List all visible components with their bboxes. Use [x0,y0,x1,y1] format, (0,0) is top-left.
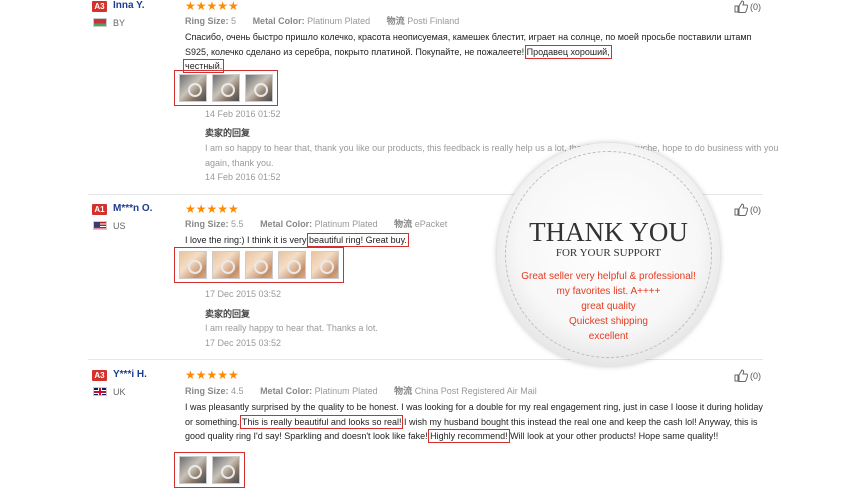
stamp-title: THANK YOU [529,217,688,247]
review-meta: Ring Size: 4.5 Metal Color: Platinum Pla… [185,384,537,397]
review-photo[interactable] [212,456,240,484]
reply-date: 14 Feb 2016 01:52 [205,172,281,182]
review-date: 14 Feb 2016 01:52 [205,109,281,119]
highlighted-phrase: beautiful ring! Great buy. [307,233,409,247]
flag-by-icon [93,18,107,27]
shipping-label: 物流 [394,386,413,396]
highlighted-phrase: Продавец хороший, [524,44,612,59]
reply-date: 17 Dec 2015 03:52 [205,338,282,348]
color-value: Platinum Plated [314,219,378,229]
thumbs-up-icon [734,203,748,216]
seller-reply-label: 卖家的回复 [205,309,251,319]
stamp-line: my favorites list. A++++ [556,286,661,297]
size-label: Ring Size: [185,386,229,396]
review-photo[interactable] [179,74,207,102]
color-label: Metal Color: [260,219,313,229]
review-photos [174,452,245,488]
color-label: Metal Color: [252,16,305,26]
size-label: Ring Size: [185,219,229,229]
highlighted-phrase: This is really beautiful and looks so re… [239,414,404,429]
review-photos [174,70,278,106]
rating-stars: ★★★★★ [185,202,239,216]
review-divider [88,359,763,360]
reviewer-name[interactable]: Y***i H. [113,369,147,380]
seller-reply-text: I am so happy to hear that, thank you li… [205,143,779,168]
review-text-part: I love the ring:) I think it is very [185,235,310,245]
helpful-count: (0) [750,1,761,12]
review-meta: Ring Size: 5 Metal Color: Platinum Plate… [185,14,459,27]
flag-us-icon [93,221,107,230]
review-photo[interactable] [278,251,306,279]
highlighted-phrase: Highly recommend! [428,429,510,443]
review-photo[interactable] [212,74,240,102]
buyer-level-badge: A1 [92,204,107,215]
review-meta: Ring Size: 5.5 Metal Color: Platinum Pla… [185,217,447,230]
review-photos [174,247,344,283]
color-value: Platinum Plated [307,16,371,26]
helpful-count: (0) [750,370,761,381]
helpful-count: (0) [750,204,761,215]
review-photo[interactable] [245,74,273,102]
helpful-button[interactable]: (0) [734,0,761,13]
review-photo[interactable] [212,251,240,279]
size-value: 4.5 [231,386,244,396]
helpful-button[interactable]: (0) [734,203,761,216]
review-date: 17 Dec 2015 03:52 [205,289,282,299]
reviewer-name[interactable]: Inna Y. [113,0,145,11]
size-value: 5.5 [231,219,244,229]
stamp-line: great quality [581,301,636,312]
reviewer-country: BY [113,18,126,28]
shipping-value: Posti Finland [407,16,460,26]
rating-stars: ★★★★★ [185,368,239,382]
size-label: Ring Size: [185,16,229,26]
thank-you-stamp: THANK YOU FOR YOUR SUPPORT Great seller … [497,143,720,366]
flag-uk-icon [93,387,107,396]
thumbs-up-icon [734,369,748,382]
color-value: Platinum Plated [314,386,378,396]
color-label: Metal Color: [260,386,313,396]
review-text-part: Спасибо, очень быстро пришло колечко, кр… [185,32,752,57]
shipping-label: 物流 [394,219,413,229]
rating-stars: ★★★★★ [185,0,239,13]
review-photo[interactable] [245,251,273,279]
stamp-line: excellent [588,331,629,342]
reviewer-name[interactable]: M***n O. [113,203,152,214]
size-value: 5 [231,16,237,26]
review-photo[interactable] [179,456,207,484]
reviewer-country: UK [113,387,126,397]
review-text-part: Will look at your other products! Hope s… [507,431,719,441]
shipping-value: China Post Registered Air Mail [414,386,537,396]
helpful-button[interactable]: (0) [734,369,761,382]
thumbs-up-icon [734,0,748,13]
stamp-line: Quickest shipping [569,316,648,327]
buyer-level-badge: A3 [92,1,107,12]
buyer-level-badge: A3 [92,370,107,381]
review-text: Спасибо, очень быстро пришло колечко, кр… [182,30,763,74]
seller-reply-label: 卖家的回复 [205,128,251,138]
reviewer-country: US [113,221,126,231]
review-photo[interactable] [311,251,339,279]
stamp-line: Great seller very helpful & professional… [521,271,696,282]
review-photo[interactable] [179,251,207,279]
review-text: I was pleasantly surprised by the qualit… [185,400,765,444]
review-3: A3 Y***i H. UK ★★★★★ Ring Size: 4.5 Meta… [88,368,765,488]
shipping-label: 物流 [386,16,405,26]
stamp-subtitle: FOR YOUR SUPPORT [555,247,662,259]
shipping-value: ePacket [414,219,448,229]
